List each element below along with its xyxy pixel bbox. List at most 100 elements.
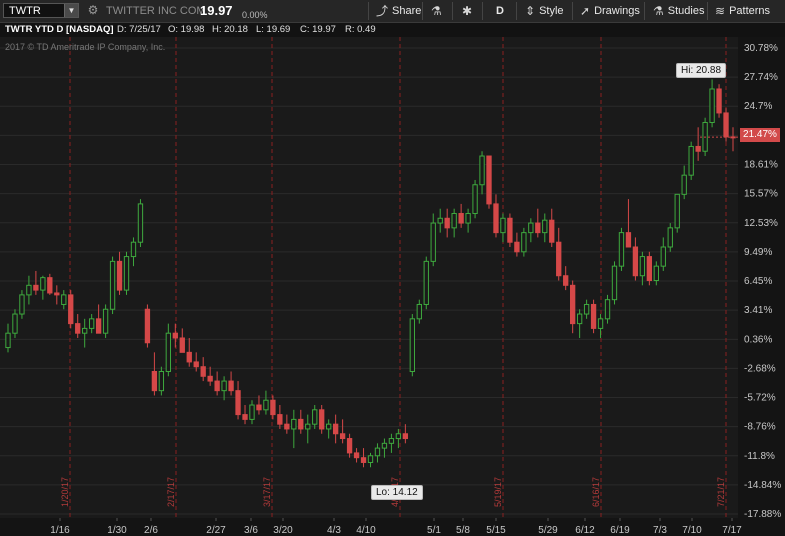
- x-tick-label: 2/6: [144, 525, 158, 536]
- candle-body: [681, 174, 687, 195]
- candle-body: [458, 212, 464, 224]
- aggregation-label: D: [496, 5, 504, 17]
- period-marker-label: 6/16/17: [591, 477, 601, 507]
- candle-body: [95, 318, 102, 334]
- candle-body: [228, 380, 234, 392]
- candle-body: [486, 155, 492, 205]
- share-button[interactable]: ⤴ Share: [376, 3, 421, 19]
- settings-button[interactable]: ✱: [462, 3, 472, 19]
- candle-body: [270, 399, 276, 416]
- y-tick-label: -5.72%: [744, 393, 776, 404]
- candle-body: [709, 88, 715, 124]
- aggregation-button[interactable]: D: [496, 3, 504, 19]
- candle-body: [5, 332, 11, 349]
- candle-body: [123, 256, 130, 291]
- candle-body: [200, 366, 206, 377]
- candle-body: [660, 246, 666, 267]
- candle-body: [312, 409, 318, 425]
- x-tick-label: 1/30: [107, 525, 127, 536]
- studies-button[interactable]: ⚗ Studies: [653, 3, 704, 19]
- candle-body: [151, 370, 158, 392]
- x-tick-label: 3/20: [273, 525, 293, 536]
- candle-body: [611, 265, 618, 301]
- candle-body: [367, 455, 374, 463]
- candle-body: [472, 184, 478, 214]
- candle-body: [221, 380, 227, 392]
- studies-label: Studies: [667, 5, 705, 17]
- candle-body: [604, 299, 611, 320]
- current-value-badge: 21.47%: [740, 128, 780, 142]
- candle-body: [723, 112, 729, 138]
- candle-body: [82, 327, 88, 334]
- y-tick-label: 9.49%: [744, 247, 772, 258]
- gear-icon: ✱: [462, 4, 473, 18]
- quote-date: D: 7/25/17: [117, 24, 161, 35]
- style-label: Style: [539, 5, 564, 17]
- candle-body: [75, 323, 81, 334]
- x-tick-label: 5/29: [538, 525, 558, 536]
- candle-body: [597, 318, 604, 329]
- style-button[interactable]: ⇕ Style: [525, 3, 564, 19]
- candle-body: [249, 404, 255, 420]
- divider: [482, 2, 483, 20]
- candle-body: [500, 217, 506, 234]
- x-tick-label: 3/6: [244, 525, 258, 536]
- candle-body: [256, 404, 262, 411]
- candle-body: [284, 423, 290, 430]
- divider: [516, 2, 517, 20]
- period-marker-label: 5/19/17: [493, 477, 503, 507]
- quote-close: C: 19.97: [300, 24, 336, 35]
- symbol-settings-icon[interactable]: ⚙: [86, 3, 100, 17]
- candle-body: [646, 256, 653, 282]
- symbol-value: TWTR: [9, 5, 41, 17]
- candle-body: [12, 313, 18, 334]
- x-tick-label: 4/3: [327, 525, 341, 536]
- candle-body: [570, 284, 576, 325]
- x-tick-label: 7/10: [682, 525, 702, 536]
- drawings-label: Drawings: [594, 5, 640, 17]
- candle-body: [179, 337, 185, 353]
- y-tick-label: -2.68%: [744, 363, 776, 374]
- y-tick-label: -14.84%: [744, 480, 781, 491]
- patterns-button[interactable]: ≋ Patterns: [715, 3, 770, 19]
- y-tick-label: 18.61%: [744, 160, 778, 171]
- high-label: Hi: 20.88: [676, 63, 727, 78]
- candle-body: [507, 217, 513, 243]
- candle-body: [116, 260, 123, 291]
- x-tick-label: 7/3: [653, 525, 667, 536]
- candle-body: [576, 313, 583, 325]
- candle-body: [514, 241, 520, 253]
- candle-body: [193, 361, 199, 368]
- quote-open: O: 19.98: [168, 24, 205, 35]
- candle-body: [535, 222, 541, 234]
- quote-range: R: 0.49: [345, 24, 376, 35]
- drawings-button[interactable]: ➚ Drawings: [580, 3, 640, 19]
- candle-body: [172, 332, 178, 339]
- candle-body: [493, 203, 499, 234]
- y-tick-label: -17.88%: [744, 509, 781, 520]
- candle-body: [688, 145, 694, 176]
- candle-body: [360, 457, 367, 463]
- share-icon: ⤴: [376, 4, 389, 18]
- chart-title: TWTR YTD D [NASDAQ]: [5, 24, 114, 35]
- divider: [452, 2, 453, 20]
- candle-body: [402, 433, 409, 440]
- style-icon: ⇕: [525, 4, 536, 18]
- flask-button[interactable]: ⚗: [431, 3, 442, 19]
- candle-body: [291, 418, 297, 430]
- chart-toolbar: TWTR ▼ ⚙ TWITTER INC COM 19.97 0.00% ⤴ S…: [0, 0, 785, 23]
- candle-body: [263, 399, 269, 411]
- candle-body: [639, 256, 646, 277]
- symbol-selector[interactable]: TWTR ▼: [3, 3, 79, 18]
- y-tick-label: 6.45%: [744, 276, 772, 287]
- chevron-down-icon[interactable]: ▼: [64, 4, 78, 17]
- price-chart[interactable]: 30.78%27.74%24.7%21.66%18.61%15.57%12.53…: [0, 37, 785, 536]
- divider: [707, 2, 708, 20]
- x-tick-label: 7/17: [722, 525, 742, 536]
- y-tick-label: 15.57%: [744, 189, 778, 200]
- candle-body: [451, 212, 457, 229]
- candle-body: [479, 155, 485, 186]
- candle-body: [563, 275, 569, 286]
- y-tick-label: 0.36%: [744, 334, 772, 345]
- quote-high: H: 20.18: [212, 24, 248, 35]
